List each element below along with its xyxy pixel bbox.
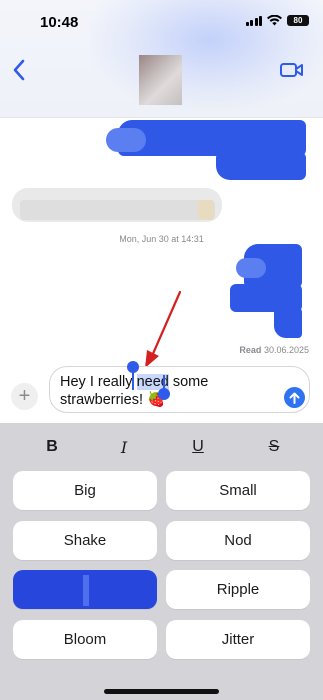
sent-message-bubble	[118, 120, 306, 156]
selection-end-handle[interactable]	[158, 388, 170, 400]
sent-message-bubble-tail	[216, 152, 306, 180]
add-attachment-button[interactable]: +	[11, 383, 38, 410]
sent-message-bubble-2-tail	[274, 308, 302, 338]
effect-shake-button[interactable]: Shake	[13, 521, 157, 560]
input-text-before: Hey I really	[60, 374, 137, 390]
bold-button[interactable]: B	[40, 435, 64, 459]
effect-jitter-button[interactable]: Jitter	[166, 620, 310, 659]
timestamp-time: at 14:31	[171, 234, 204, 244]
effect-bloom-button[interactable]: Bloom	[13, 620, 157, 659]
status-icons: 80	[245, 15, 309, 26]
read-date: 30.06.2025	[263, 345, 309, 355]
annotation-arrow-icon	[145, 290, 182, 368]
timestamp-day: Mon, Jun 30	[119, 234, 169, 244]
message-timestamp: Mon, Jun 30 at 14:31	[0, 234, 323, 244]
message-input-text[interactable]: Hey I really need some strawberries! 🍓	[60, 373, 285, 409]
send-button[interactable]	[284, 387, 305, 408]
received-message-accent	[198, 200, 214, 220]
selection-start-handle[interactable]	[127, 361, 139, 373]
effect-streak	[83, 575, 89, 606]
status-time: 10:48	[40, 14, 79, 31]
strikethrough-button[interactable]: S	[262, 435, 286, 459]
chevron-left-icon[interactable]	[10, 58, 30, 82]
cellular-signal-icon	[245, 15, 262, 26]
selection-start-stem	[132, 372, 134, 390]
read-receipt: Read 30.06.2025	[239, 345, 309, 355]
effect-big-button[interactable]: Big	[13, 471, 157, 510]
wifi-icon	[267, 15, 282, 26]
received-message-bubble-part	[20, 200, 215, 220]
sent-message-bubble-part	[106, 128, 146, 152]
italic-button[interactable]: I	[112, 435, 136, 459]
effect-selected-button[interactable]	[13, 570, 157, 609]
format-toolbar: B I U S	[0, 435, 323, 459]
sent-message-bubble-2-part	[236, 258, 266, 278]
underline-button[interactable]: U	[186, 435, 210, 459]
conversation-header: 10:48 80	[0, 0, 323, 118]
battery-icon: 80	[287, 15, 309, 26]
arrow-up-icon	[289, 392, 300, 404]
effect-small-button[interactable]: Small	[166, 471, 310, 510]
text-effects-panel: B I U S Big Small Shake Nod Ripple Bloom…	[0, 423, 323, 700]
read-label: Read	[239, 345, 262, 355]
video-camera-icon[interactable]	[279, 60, 305, 80]
message-input[interactable]: Hey I really need some strawberries! 🍓	[49, 366, 310, 413]
effect-nod-button[interactable]: Nod	[166, 521, 310, 560]
home-indicator[interactable]	[104, 689, 219, 694]
effect-ripple-button[interactable]: Ripple	[166, 570, 310, 609]
contact-avatar[interactable]	[139, 55, 182, 105]
